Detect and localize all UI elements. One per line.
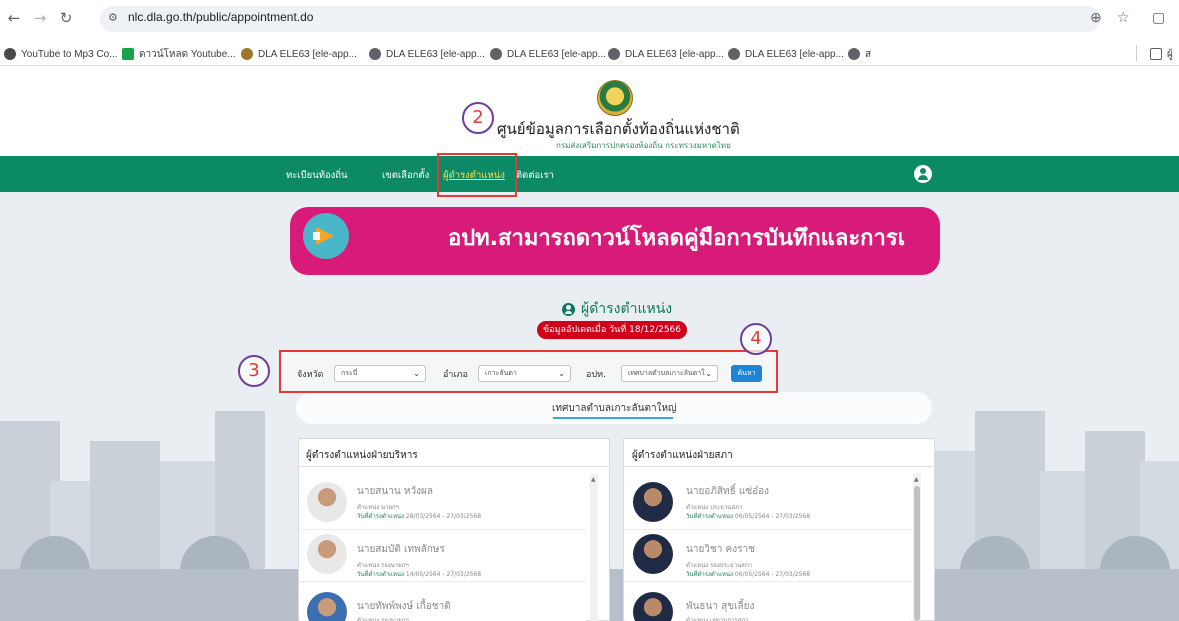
globe-icon bbox=[728, 48, 740, 60]
panel-divider bbox=[623, 466, 935, 467]
bookmark-item[interactable]: DLA ELE63 [ele-app... bbox=[728, 47, 844, 61]
bookmark-item[interactable]: YouTube to Mp3 Co... bbox=[4, 47, 118, 61]
side-panel-icon[interactable]: ▢ bbox=[1152, 10, 1165, 26]
list-item[interactable]: นายวิชา คงราช ตำแหน่ง รองประธานสภา วันที… bbox=[625, 530, 911, 582]
folder-icon bbox=[1150, 48, 1162, 60]
executive-panel-title: ผู้ดำรงตำแหน่งฝ่ายบริหาร bbox=[306, 450, 418, 461]
panel-divider bbox=[298, 466, 610, 467]
org-tab[interactable]: เทศบาลตำบลเกาะลันตาใหญ่ bbox=[552, 401, 677, 416]
bookmarks-bar: YouTube to Mp3 Co... ดาวน์โหลด Youtube..… bbox=[0, 40, 1179, 66]
avatar bbox=[307, 534, 347, 574]
highlight-box-filters bbox=[279, 350, 778, 393]
bookmark-item[interactable]: DLA ELE63 [ele-app... bbox=[490, 47, 606, 61]
globe-icon bbox=[490, 48, 502, 60]
zoom-icon[interactable]: ⊕ bbox=[1090, 10, 1102, 26]
update-badge: ข้อมูลอัปเดตเมื่อ วันที่ 18/12/2566 bbox=[537, 321, 687, 339]
user-circle-icon bbox=[562, 302, 575, 316]
globe-icon bbox=[848, 48, 860, 60]
bookmark-item[interactable]: ส bbox=[848, 47, 871, 61]
reload-icon[interactable]: ↻ bbox=[58, 10, 74, 26]
bookmark-item[interactable]: DLA ELE63 [ele-app... bbox=[369, 47, 485, 61]
avatar bbox=[633, 592, 673, 621]
banner-text: อปท.สามารถดาวน์โหลดคู่มือการบันทึกและการ… bbox=[448, 226, 906, 251]
nav-item-registry[interactable]: ทะเบียนท้องถิ่น bbox=[286, 168, 348, 183]
council-panel-title: ผู้ดำรงตำแหน่งฝ่ายสภา bbox=[632, 450, 733, 461]
avatar bbox=[307, 482, 347, 522]
site-logo[interactable] bbox=[597, 80, 633, 116]
highlight-box-nav bbox=[437, 153, 517, 197]
bookmarks-divider bbox=[1136, 45, 1137, 61]
step-number-badge: 3 bbox=[238, 355, 270, 387]
list-item[interactable]: นายสนาน หวังผล ตำแหน่ง นายกฯ วันที่ดำรงต… bbox=[300, 478, 586, 530]
avatar bbox=[307, 592, 347, 621]
step-number-badge: 4 bbox=[740, 323, 772, 355]
url-text[interactable]: nlc.dla.go.th/public/appointment.do bbox=[128, 10, 313, 24]
scroll-up-icon[interactable]: ▲ bbox=[914, 476, 919, 483]
site-title: ศูนย์ข้อมูลการเลือกตั้งท้องถิ่นแห่งชาติ bbox=[497, 120, 740, 138]
council-scrollbar[interactable]: ▲ bbox=[913, 474, 921, 621]
star-bookmark-icon[interactable]: ☆ bbox=[1117, 10, 1130, 26]
org-tab-underline bbox=[553, 417, 673, 419]
megaphone-icon bbox=[303, 213, 349, 259]
avatar bbox=[633, 482, 673, 522]
download-icon bbox=[4, 48, 16, 60]
scroll-up-icon[interactable]: ▲ bbox=[591, 476, 596, 483]
forward-arrow-icon[interactable]: → bbox=[32, 10, 48, 26]
back-arrow-icon[interactable]: ← bbox=[6, 10, 22, 26]
bookmark-item[interactable]: DLA ELE63 [ele-app... bbox=[241, 47, 357, 61]
globe-icon bbox=[369, 48, 381, 60]
executive-scrollbar[interactable]: ▲ bbox=[590, 474, 598, 621]
bookmark-item[interactable]: ดาวน์โหลด Youtube... bbox=[122, 47, 236, 61]
step-number-badge: 2 bbox=[462, 102, 494, 134]
list-item[interactable]: พันธนา สุขเลี้ยง ตำแหน่ง เลขานุการสภา bbox=[625, 582, 911, 621]
main-nav bbox=[0, 156, 1179, 192]
site-settings-icon[interactable]: ⚙ bbox=[108, 11, 118, 24]
download-icon bbox=[122, 48, 134, 60]
user-account-icon[interactable] bbox=[914, 165, 932, 183]
list-item[interactable]: นายสมบัติ เทพลักษร ตำแหน่ง รองนายกฯ วันท… bbox=[300, 530, 586, 582]
site-subtitle: กรมส่งเสริมการปกครองท้องถิ่น กระทรวงมหาด… bbox=[556, 141, 731, 150]
section-heading: ผู้ดำรงตำแหน่ง bbox=[562, 298, 672, 320]
list-item[interactable]: นายทัพพ์พงษ์ เกื้อชาติ ตำแหน่ง รองนายกฯ bbox=[300, 582, 586, 621]
nav-item-districts[interactable]: เขตเลือกตั้ง bbox=[382, 168, 429, 183]
bookmark-item[interactable]: DLA ELE63 [ele-app... bbox=[608, 47, 724, 61]
bookmark-folder[interactable]: ผู้ bbox=[1150, 47, 1173, 61]
scroll-thumb[interactable] bbox=[914, 486, 920, 621]
list-item[interactable]: นายอภิสิทธิ์ แซ่อ๋อง ตำแหน่ง ประธานสภา ว… bbox=[625, 478, 911, 530]
avatar bbox=[633, 534, 673, 574]
nav-item-contact[interactable]: ติดต่อเรา bbox=[516, 168, 554, 183]
dla-logo-icon bbox=[241, 48, 253, 60]
globe-icon bbox=[608, 48, 620, 60]
